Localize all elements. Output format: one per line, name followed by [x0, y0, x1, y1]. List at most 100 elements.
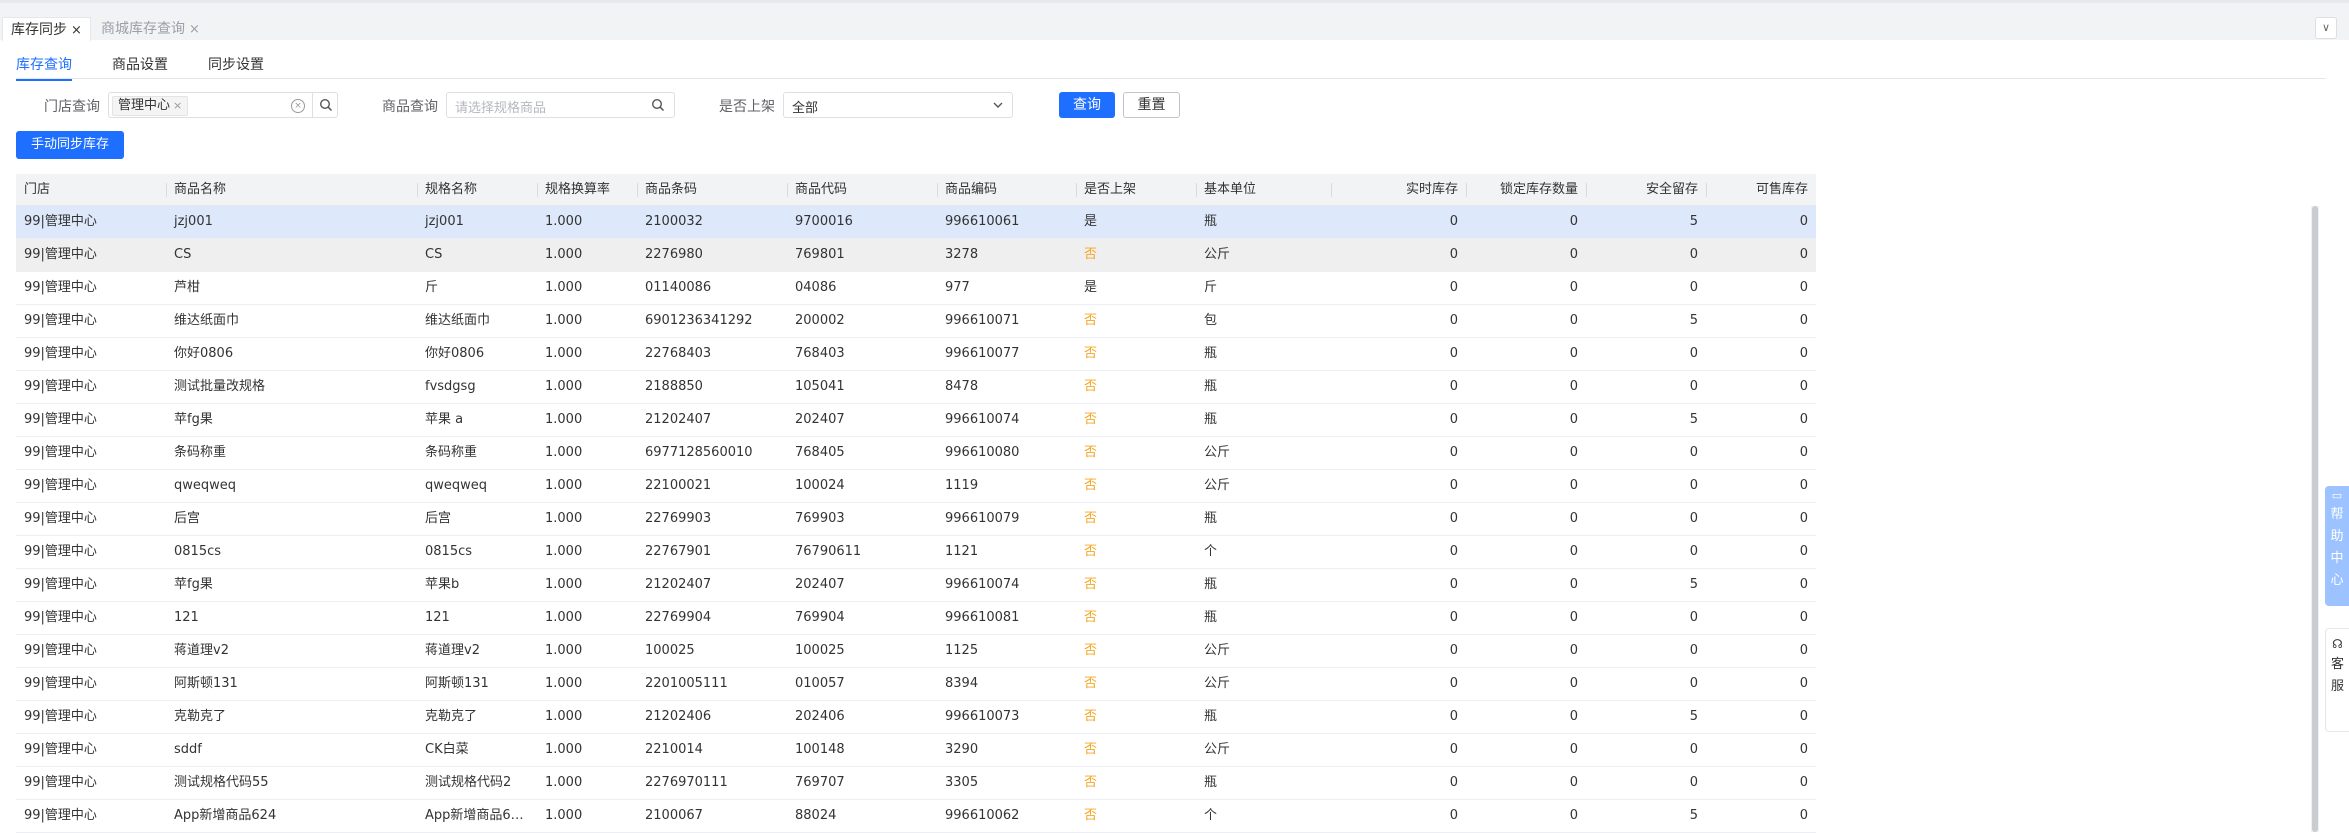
table-cell: 你好0806 [425, 346, 485, 361]
table-cell: 苹果b [425, 577, 460, 592]
table-cell: 21202407 [645, 412, 712, 427]
close-icon[interactable]: × [71, 23, 82, 38]
store-chip-label: 管理中心 [118, 98, 171, 113]
table-cell: 1.000 [545, 346, 583, 361]
table-cell: 22769903 [645, 511, 712, 526]
table-cell: 1.000 [545, 709, 583, 724]
table-row[interactable]: 99|管理中心 你好0806 你好0806 1.000 22768403 768403 99… [16, 338, 1816, 371]
column-header[interactable]: 基本单位 [1196, 174, 1331, 206]
column-header[interactable]: 是否上架 [1076, 174, 1196, 206]
table-row[interactable]: 99|管理中心 测试批量改规格 fvsdgsg 1.000 2188850 105041 8… [16, 371, 1816, 404]
table-cell: 瓶 [1204, 346, 1218, 361]
table-cell: 99|管理中心 [24, 511, 97, 526]
column-header[interactable]: 门店 [16, 174, 166, 206]
table-cell: 包 [1204, 313, 1218, 328]
table-cell: 0 [1689, 742, 1698, 757]
table-cell: 76790611 [795, 544, 862, 559]
table-row[interactable]: 99|管理中心 蒋道理v2 蒋道理v2 1.000 100025 100025 1125 否 公… [16, 635, 1816, 668]
column-header[interactable]: 安全留存 [1586, 174, 1706, 206]
table-row[interactable]: 99|管理中心 qweqweq qweqweq 1.000 22100021 100024… [16, 470, 1816, 503]
table-cell: 1.000 [545, 445, 583, 460]
table-cell: 1119 [945, 478, 979, 493]
manual-sync-button[interactable]: 手动同步库存 [16, 131, 124, 159]
column-header[interactable]: 商品名称 [166, 174, 417, 206]
column-header[interactable]: 可售库存 [1706, 174, 1816, 206]
table-cell: jzj001 [174, 214, 213, 229]
table-cell: 0815cs [174, 544, 222, 559]
table-row[interactable]: 99|管理中心 苹fg果 苹果 a 1.000 21202407 202407 996610… [16, 404, 1816, 437]
table-cell: 0 [1449, 412, 1458, 427]
table-cell: 996610073 [945, 709, 1020, 724]
table-header: 门店 商品名称 规格名称 规格换算率 商品条码 商品代码 商品编码 是否上架 基本单位 实时库存锁… [16, 174, 1816, 206]
clear-icon[interactable]: × [291, 99, 305, 113]
column-header[interactable]: 商品编码 [937, 174, 1076, 206]
table-row[interactable]: 99|管理中心 121 121 1.000 22769904 769904 99661008… [16, 602, 1816, 635]
page-tab-mall-inventory[interactable]: 商城库存查询 × [93, 17, 208, 41]
table-row[interactable]: 99|管理中心 克勒克了 克勒克了 1.000 21202406 202406 996610… [16, 701, 1816, 734]
table-cell: 996610074 [945, 577, 1020, 592]
tab-product-settings[interactable]: 商品设置 [112, 54, 168, 74]
table-cell: 你好0806 [174, 346, 234, 361]
table-row[interactable]: 99|管理中心 测试规格代码55 测试规格代码2 1.000 2276970111 769… [16, 767, 1816, 800]
customer-service-button[interactable]: ☊ 客服 [2325, 628, 2349, 732]
close-icon[interactable]: × [189, 22, 200, 37]
help-center-button[interactable]: ▭ 帮助中心 [2325, 486, 2349, 606]
search-icon[interactable] [651, 93, 665, 112]
table-cell: CS [174, 247, 192, 262]
table-cell: 0 [1689, 610, 1698, 625]
chip-close-icon[interactable]: × [173, 99, 182, 112]
table-cell: 公斤 [1204, 643, 1231, 658]
table-row[interactable]: 99|管理中心 苹fg果 苹果b 1.000 21202407 202407 9966100… [16, 569, 1816, 602]
table-row[interactable]: 99|管理中心 App新增商品624 App新增商品6… 1.000 2100067 88… [16, 800, 1816, 833]
table-row[interactable]: 99|管理中心 0815cs 0815cs 1.000 22767901 76790611… [16, 536, 1816, 569]
scrollbar-thumb[interactable] [2312, 206, 2318, 832]
search-icon[interactable] [312, 93, 339, 117]
table-cell: 3305 [945, 775, 979, 790]
table-cell: 0 [1569, 676, 1578, 691]
table-cell: 2188850 [645, 379, 703, 394]
table-cell: 202406 [795, 709, 845, 724]
tab-menu-chevron-down-icon[interactable]: ∨ [2315, 17, 2337, 39]
vertical-scrollbar[interactable] [2311, 206, 2319, 832]
page-tab-inventory-sync[interactable]: 库存同步 × [2, 17, 91, 41]
query-button[interactable]: 查询 [1059, 92, 1115, 118]
table-cell: 0 [1799, 247, 1808, 262]
table-cell: 22768403 [645, 346, 712, 361]
column-header[interactable]: 商品条码 [637, 174, 787, 206]
table-cell: 010057 [795, 676, 845, 691]
column-header[interactable]: 锁定库存数量 [1466, 174, 1586, 206]
table-row[interactable]: 99|管理中心 sddf CK白菜 1.000 2210014 100148 3290 否 公斤… [16, 734, 1816, 767]
table-cell: 996610081 [945, 610, 1020, 625]
table-row[interactable]: 99|管理中心 条码称重 条码称重 1.000 6977128560010 768405 9… [16, 437, 1816, 470]
table-cell: 99|管理中心 [24, 346, 97, 361]
column-header[interactable]: 规格名称 [417, 174, 537, 206]
tab-sync-settings[interactable]: 同步设置 [208, 54, 264, 74]
table-cell: 0 [1449, 511, 1458, 526]
table-row[interactable]: 99|管理中心 jzj001 jzj001 1.000 2100032 9700016 99… [16, 206, 1816, 239]
table-cell: 2100067 [645, 808, 703, 823]
table-row[interactable]: 99|管理中心 CS CS 1.000 2276980 769801 3278 否 公斤 0 0 0 0 [16, 239, 1816, 272]
reset-button[interactable]: 重置 [1123, 92, 1180, 118]
table-cell: 100025 [645, 643, 695, 658]
table-cell: 1125 [945, 643, 979, 658]
product-search-input[interactable]: 请选择规格商品 [446, 92, 675, 118]
column-header[interactable]: 实时库存 [1331, 174, 1466, 206]
table-row[interactable]: 99|管理中心 维达纸面巾 维达纸面巾 1.000 6901236341292 20000… [16, 305, 1816, 338]
table-row[interactable]: 99|管理中心 芦柑 斤 1.000 01140086 04086 977 是 斤 0 0 0 0 [16, 272, 1816, 305]
table-cell: 0 [1449, 280, 1458, 295]
table-cell: 后宫 [425, 511, 452, 526]
table-row[interactable]: 99|管理中心 阿斯顿131 阿斯顿131 1.000 2201005111 010057… [16, 668, 1816, 701]
column-header[interactable]: 规格换算率 [537, 174, 637, 206]
table-cell: 0 [1449, 346, 1458, 361]
store-filter-select[interactable]: 管理中心 × × [108, 92, 338, 118]
tab-inventory-query[interactable]: 库存查询 [16, 54, 72, 81]
table-cell: 0 [1449, 313, 1458, 328]
table-cell: 01140086 [645, 280, 712, 295]
table-row[interactable]: 99|管理中心 后宫 后宫 1.000 22769903 769903 996610079 否… [16, 503, 1816, 536]
table-cell: 0 [1799, 280, 1808, 295]
column-header[interactable]: 商品代码 [787, 174, 937, 206]
listed-filter-select[interactable]: 全部 [783, 92, 1013, 118]
table-cell: 条码称重 [425, 445, 478, 460]
table-cell: 0 [1569, 313, 1578, 328]
table-cell: 0 [1569, 709, 1578, 724]
